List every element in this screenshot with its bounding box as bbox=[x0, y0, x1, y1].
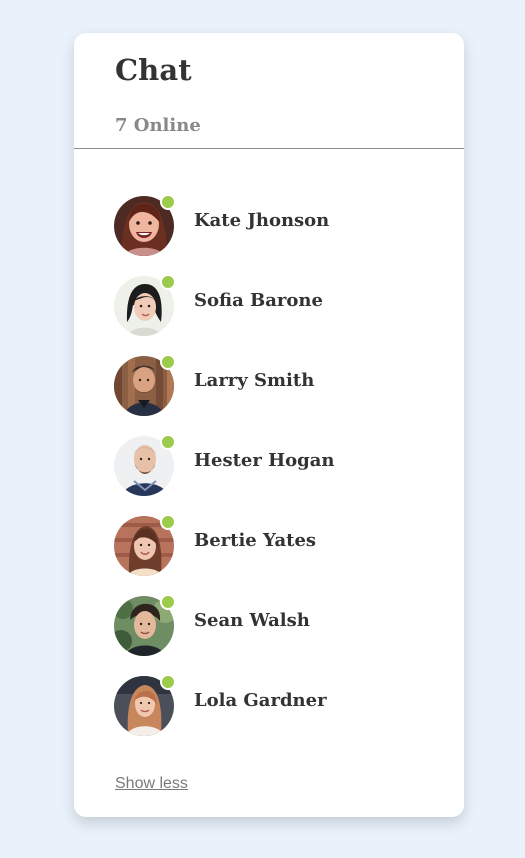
contact-item-larry-smith[interactable]: Larry Smith bbox=[74, 354, 464, 436]
avatar-wrapper bbox=[114, 514, 176, 576]
contact-name: Bertie Yates bbox=[194, 530, 317, 551]
contact-name: Kate Jhonson bbox=[194, 210, 330, 231]
contact-name: Sean Walsh bbox=[194, 610, 310, 631]
chat-card: Chat 7 Online Kate Jhonson Sofia Barone … bbox=[74, 33, 464, 817]
contact-name: Hester Hogan bbox=[194, 450, 335, 471]
contact-list: Kate Jhonson Sofia Barone Larry Smith He… bbox=[74, 194, 464, 756]
online-status-dot bbox=[160, 674, 176, 690]
avatar-wrapper bbox=[114, 674, 176, 736]
chat-title: Chat bbox=[115, 53, 192, 87]
avatar-wrapper bbox=[114, 194, 176, 256]
avatar-wrapper bbox=[114, 354, 176, 416]
show-less-link[interactable]: Show less bbox=[115, 775, 188, 793]
contact-name: Sofia Barone bbox=[194, 290, 323, 311]
contact-name: Larry Smith bbox=[194, 370, 315, 391]
online-status-dot bbox=[160, 434, 176, 450]
contact-item-sean-walsh[interactable]: Sean Walsh bbox=[74, 594, 464, 676]
chat-header: Chat 7 Online bbox=[74, 33, 464, 149]
contact-item-hester-hogan[interactable]: Hester Hogan bbox=[74, 434, 464, 516]
contact-item-sofia-barone[interactable]: Sofia Barone bbox=[74, 274, 464, 356]
online-count: 7 Online bbox=[115, 115, 201, 136]
avatar-wrapper bbox=[114, 594, 176, 656]
online-status-dot bbox=[160, 514, 176, 530]
online-status-dot bbox=[160, 274, 176, 290]
page-background: Chat 7 Online Kate Jhonson Sofia Barone … bbox=[0, 0, 525, 858]
contact-item-lola-gardner[interactable]: Lola Gardner bbox=[74, 674, 464, 756]
avatar-wrapper bbox=[114, 274, 176, 336]
online-status-dot bbox=[160, 194, 176, 210]
contact-item-bertie-yates[interactable]: Bertie Yates bbox=[74, 514, 464, 596]
contact-name: Lola Gardner bbox=[194, 690, 327, 711]
online-status-dot bbox=[160, 354, 176, 370]
contact-item-kate-jhonson[interactable]: Kate Jhonson bbox=[74, 194, 464, 276]
avatar-wrapper bbox=[114, 434, 176, 496]
online-status-dot bbox=[160, 594, 176, 610]
